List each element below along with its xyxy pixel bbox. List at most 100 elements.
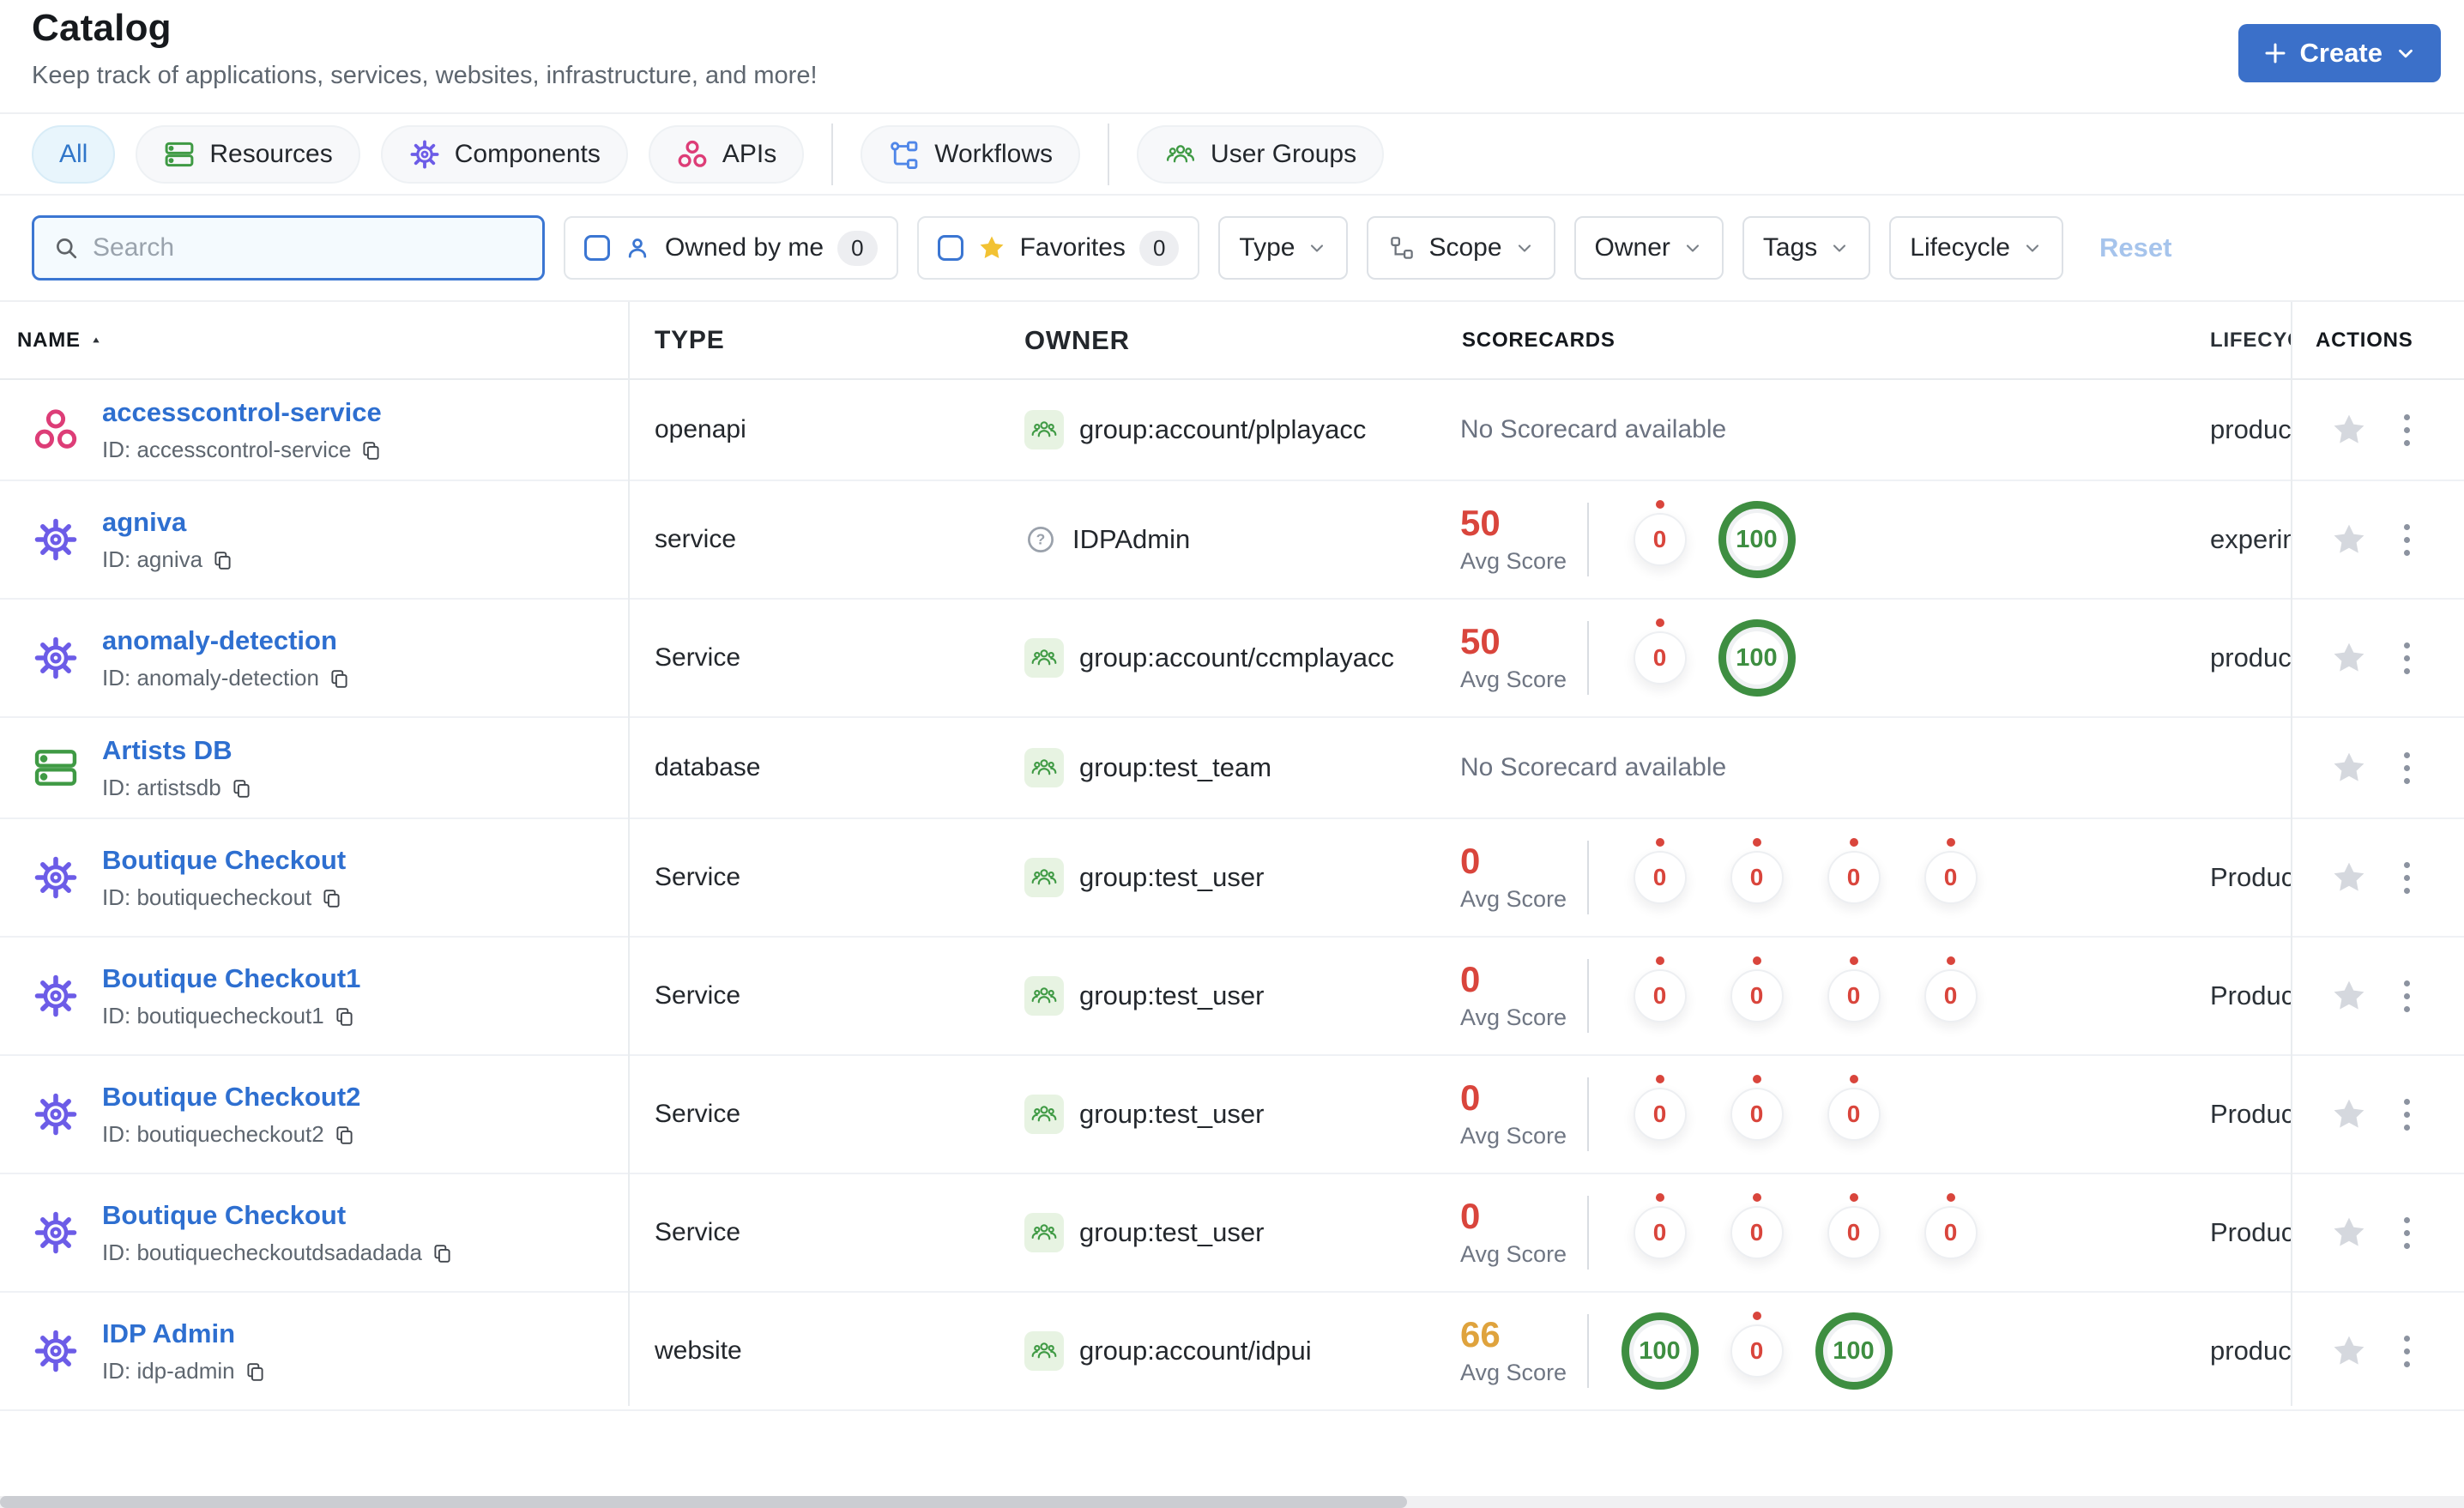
owner-label[interactable]: group:test_user	[1079, 1217, 1264, 1248]
favorite-star-icon[interactable]	[2330, 521, 2368, 558]
lifecycle-filter-dropdown[interactable]: Lifecycle	[1889, 216, 2063, 280]
scorecard-score-zero[interactable]: 0	[1633, 838, 1687, 904]
favorites-checkbox[interactable]	[937, 235, 963, 261]
favorite-star-icon[interactable]	[2330, 639, 2368, 677]
owner-label[interactable]: group:account/plplayacc	[1079, 414, 1366, 445]
scorecard-score-zero[interactable]: 0	[1730, 1193, 1784, 1259]
scorecard-score-zero[interactable]: 0	[1633, 1193, 1687, 1259]
kebab-menu-icon[interactable]	[2399, 519, 2415, 561]
create-button[interactable]: Create	[2238, 24, 2441, 82]
owner-filter-dropdown[interactable]: Owner	[1573, 216, 1724, 280]
kebab-menu-icon[interactable]	[2399, 747, 2415, 789]
favorite-star-icon[interactable]	[2330, 1095, 2368, 1133]
tab-user-groups[interactable]: User Groups	[1137, 124, 1385, 184]
column-header-name[interactable]: NAME	[0, 329, 628, 353]
owner-label[interactable]: group:test_user	[1079, 1099, 1264, 1130]
entity-name-link[interactable]: Artists DB	[102, 735, 253, 766]
entity-id-text: ID: boutiquecheckout1	[102, 1002, 324, 1028]
column-header-lifecycle[interactable]: LIFECYCLE	[2196, 329, 2291, 353]
favorite-star-icon[interactable]	[2330, 1214, 2368, 1252]
kebab-menu-icon[interactable]	[2399, 1330, 2415, 1372]
copy-icon[interactable]	[333, 1004, 356, 1028]
type-filter-label: Type	[1239, 233, 1295, 262]
scorecard-score-zero[interactable]: 0	[1730, 956, 1784, 1022]
entity-id-text: ID: boutiquecheckout2	[102, 1120, 324, 1147]
scorecard-score-zero[interactable]: 0	[1923, 956, 1978, 1022]
scorecard-score-zero[interactable]: 0	[1730, 1075, 1784, 1141]
entity-name-link[interactable]: Boutique Checkout2	[102, 1082, 360, 1113]
scorecard-score-zero[interactable]: 0	[1633, 956, 1687, 1022]
copy-icon[interactable]	[230, 776, 253, 799]
copy-icon[interactable]	[244, 1360, 267, 1383]
scorecard-score-pass[interactable]: 100	[1621, 1312, 1699, 1390]
owner-label[interactable]: group:test_team	[1079, 752, 1271, 783]
owned-by-me-checkbox[interactable]	[584, 235, 610, 261]
favorite-star-icon[interactable]	[2330, 977, 2368, 1015]
scorecard-score-zero[interactable]: 0	[1633, 618, 1687, 685]
favorite-star-icon[interactable]	[2330, 859, 2368, 896]
tab-workflows[interactable]: Workflows	[861, 124, 1081, 184]
copy-icon[interactable]	[359, 438, 383, 461]
column-header-scorecards[interactable]: SCORECARDS	[1450, 329, 2196, 353]
column-header-type[interactable]: TYPE	[628, 326, 1021, 355]
owned-by-me-filter[interactable]: Owned by me 0	[564, 216, 898, 280]
kebab-menu-icon[interactable]	[2399, 857, 2415, 899]
copy-icon[interactable]	[328, 667, 351, 690]
scorecard-score-pass[interactable]: 100	[1718, 501, 1796, 578]
copy-icon[interactable]	[431, 1241, 454, 1264]
owner-label[interactable]: group:account/ccmplayacc	[1079, 642, 1394, 673]
search-box[interactable]	[32, 215, 545, 280]
tags-filter-dropdown[interactable]: Tags	[1742, 216, 1871, 280]
entity-name-link[interactable]: IDP Admin	[102, 1318, 267, 1349]
scorecard-score-zero[interactable]: 0	[1730, 838, 1784, 904]
scorecard-score-zero[interactable]: 0	[1827, 1193, 1881, 1259]
reset-filters-link[interactable]: Reset	[2099, 232, 2171, 263]
entity-name-link[interactable]: anomaly-detection	[102, 625, 351, 656]
scorecard-score-zero[interactable]: 0	[1633, 1075, 1687, 1141]
copy-icon[interactable]	[211, 548, 234, 571]
scorecard-score-zero[interactable]: 0	[1633, 500, 1687, 566]
kebab-menu-icon[interactable]	[2399, 975, 2415, 1017]
kebab-menu-icon[interactable]	[2399, 637, 2415, 679]
owner-label[interactable]: group:test_user	[1079, 862, 1264, 893]
tab-apis[interactable]: APIs	[648, 124, 805, 184]
owner-label[interactable]: IDPAdmin	[1072, 524, 1190, 555]
entity-name-link[interactable]: agniva	[102, 507, 234, 538]
kebab-menu-icon[interactable]	[2399, 1212, 2415, 1254]
column-header-owner[interactable]: OWNER	[1021, 325, 1450, 356]
tab-all[interactable]: All	[32, 124, 116, 184]
chevron-down-icon	[2022, 238, 2043, 258]
scorecard-score-pass[interactable]: 100	[1815, 1312, 1893, 1390]
horizontal-scrollbar[interactable]	[0, 1496, 2464, 1508]
kebab-menu-icon[interactable]	[2399, 409, 2415, 451]
favorite-star-icon[interactable]	[2330, 1332, 2368, 1370]
horizontal-scrollbar-thumb[interactable]	[0, 1496, 1407, 1508]
entity-name-link[interactable]: Boutique Checkout	[102, 1200, 454, 1231]
type-filter-dropdown[interactable]: Type	[1218, 216, 1349, 280]
scorecard-score-zero[interactable]: 0	[1730, 1312, 1784, 1378]
scorecard-score-zero[interactable]: 0	[1827, 838, 1881, 904]
avg-score-value: 50	[1460, 502, 1501, 543]
tab-components[interactable]: Components	[380, 124, 628, 184]
copy-icon[interactable]	[320, 886, 343, 909]
kebab-menu-icon[interactable]	[2399, 1094, 2415, 1136]
scorecard-score-zero[interactable]: 0	[1827, 956, 1881, 1022]
copy-icon[interactable]	[333, 1123, 356, 1146]
favorite-star-icon[interactable]	[2330, 749, 2368, 787]
favorite-star-icon[interactable]	[2330, 411, 2368, 449]
scorecard-score-zero[interactable]: 0	[1923, 838, 1978, 904]
entity-name-link[interactable]: Boutique Checkout1	[102, 963, 360, 994]
owner-label[interactable]: group:test_user	[1079, 980, 1264, 1011]
owner-label[interactable]: group:account/idpui	[1079, 1336, 1312, 1366]
search-input[interactable]	[93, 233, 525, 262]
entity-name-link[interactable]: Boutique Checkout	[102, 845, 346, 876]
group-icon	[1024, 410, 1064, 449]
scorecard-score-zero[interactable]: 0	[1923, 1193, 1978, 1259]
tab-resources[interactable]: Resources	[136, 124, 360, 184]
entity-id-text: ID: artistsdb	[102, 774, 221, 800]
scorecard-score-pass[interactable]: 100	[1718, 619, 1796, 697]
scope-filter-dropdown[interactable]: Scope	[1367, 216, 1555, 280]
scorecard-score-zero[interactable]: 0	[1827, 1075, 1881, 1141]
entity-name-link[interactable]: accesscontrol-service	[102, 397, 383, 428]
favorites-filter[interactable]: Favorites 0	[916, 216, 1200, 280]
